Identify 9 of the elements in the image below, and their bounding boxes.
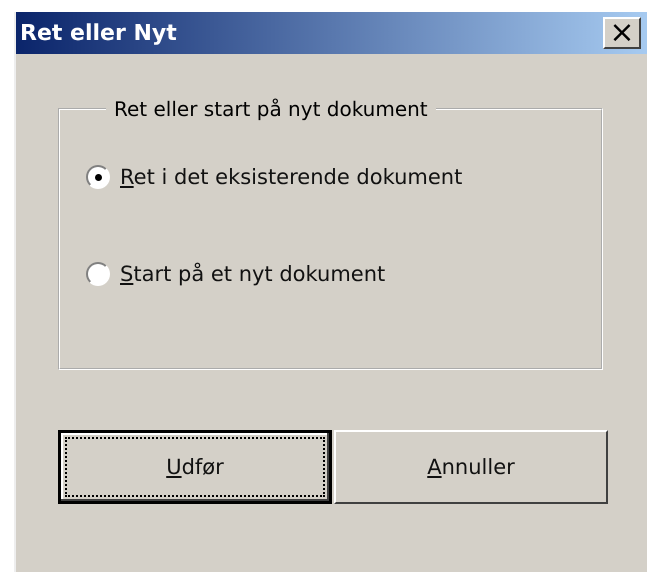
group-label: Ret eller start på nyt dokument xyxy=(113,97,429,121)
ok-button[interactable]: Udfør xyxy=(58,430,332,504)
cancel-button[interactable]: Annuller xyxy=(334,430,608,504)
radio-button[interactable] xyxy=(86,165,110,189)
close-button[interactable]: × xyxy=(603,17,641,49)
radio-button[interactable] xyxy=(86,262,110,286)
radio-option[interactable]: Ret i det eksisterende dokument xyxy=(86,157,601,197)
radio-option[interactable]: Start på et nyt dokument xyxy=(86,254,601,294)
window-title: Ret eller Nyt xyxy=(20,20,177,46)
